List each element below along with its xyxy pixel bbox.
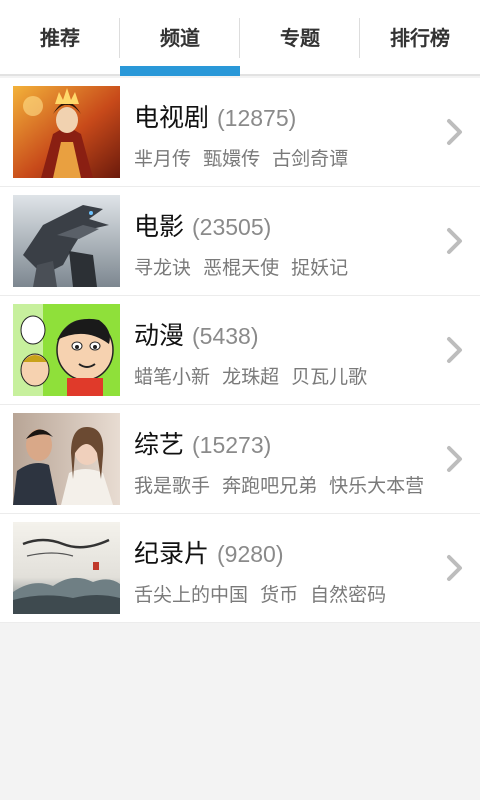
- tab-label: 排行榜: [390, 25, 450, 50]
- featured-show[interactable]: 芈月传: [134, 148, 191, 170]
- channel-info: 电影 (23505) 寻龙诀 恶棍天使 捉妖记: [134, 207, 430, 280]
- tab-label: 专题: [280, 25, 320, 50]
- tab-recommend[interactable]: 推荐: [0, 0, 120, 74]
- channel-featured-shows: 舌尖上的中国 货币 自然密码: [134, 580, 430, 607]
- featured-show[interactable]: 快乐大本营: [329, 475, 424, 497]
- channel-name: 综艺: [134, 430, 185, 459]
- channel-name: 电影: [134, 212, 185, 241]
- anime-thumbnail: [13, 304, 120, 396]
- tab-topics[interactable]: 专题: [240, 0, 360, 74]
- featured-show[interactable]: 奔跑吧兄弟: [222, 475, 317, 497]
- featured-show[interactable]: 捉妖记: [291, 257, 348, 279]
- channel-count: (23505): [192, 214, 272, 240]
- tv-drama-thumbnail: [13, 86, 120, 178]
- channel-featured-shows: 寻龙诀 恶棍天使 捉妖记: [134, 253, 430, 280]
- featured-show[interactable]: 贝瓦儿歌: [291, 366, 367, 388]
- channel-featured-shows: 我是歌手 奔跑吧兄弟 快乐大本营: [134, 471, 430, 498]
- featured-show[interactable]: 货币: [260, 584, 298, 606]
- channel-name: 电视剧: [134, 103, 210, 132]
- channel-row-documentary[interactable]: 纪录片 (9280) 舌尖上的中国 货币 自然密码: [0, 514, 480, 623]
- channel-row-variety[interactable]: 综艺 (15273) 我是歌手 奔跑吧兄弟 快乐大本营: [0, 405, 480, 514]
- featured-show[interactable]: 舌尖上的中国: [134, 584, 248, 606]
- documentary-thumbnail: [13, 522, 120, 614]
- channel-count: (9280): [217, 541, 284, 567]
- tab-channels[interactable]: 频道: [120, 0, 240, 76]
- channel-name: 动漫: [134, 321, 185, 350]
- movie-thumbnail: [13, 195, 120, 287]
- channel-featured-shows: 蜡笔小新 龙珠超 贝瓦儿歌: [134, 362, 430, 389]
- channel-count: (5438): [192, 323, 259, 349]
- channel-name: 纪录片: [134, 539, 210, 568]
- channel-count: (15273): [192, 432, 272, 458]
- channel-row-tv-drama[interactable]: 电视剧 (12875) 芈月传 甄嬛传 古剑奇谭: [0, 78, 480, 187]
- chevron-right-icon: [447, 337, 462, 363]
- featured-show[interactable]: 我是歌手: [134, 475, 210, 497]
- channel-info: 电视剧 (12875) 芈月传 甄嬛传 古剑奇谭: [134, 98, 430, 171]
- featured-show[interactable]: 甄嬛传: [203, 148, 260, 170]
- variety-thumbnail: [13, 413, 120, 505]
- featured-show[interactable]: 蜡笔小新: [134, 366, 210, 388]
- channel-list: 电视剧 (12875) 芈月传 甄嬛传 古剑奇谭 电影 (23505) 寻龙诀 …: [0, 78, 480, 623]
- featured-show[interactable]: 古剑奇谭: [272, 148, 348, 170]
- tab-indicator: [120, 66, 240, 76]
- channel-row-anime[interactable]: 动漫 (5438) 蜡笔小新 龙珠超 贝瓦儿歌: [0, 296, 480, 405]
- channel-count: (12875): [217, 105, 297, 131]
- chevron-right-icon: [447, 228, 462, 254]
- channel-featured-shows: 芈月传 甄嬛传 古剑奇谭: [134, 144, 430, 171]
- chevron-right-icon: [447, 446, 462, 472]
- tab-rankings[interactable]: 排行榜: [360, 0, 480, 74]
- tab-label: 推荐: [40, 25, 80, 50]
- featured-show[interactable]: 龙珠超: [222, 366, 279, 388]
- channel-info: 动漫 (5438) 蜡笔小新 龙珠超 贝瓦儿歌: [134, 316, 430, 389]
- tab-label: 频道: [160, 25, 200, 50]
- chevron-right-icon: [447, 555, 462, 581]
- chevron-right-icon: [447, 119, 462, 145]
- featured-show[interactable]: 寻龙诀: [134, 257, 191, 279]
- channel-info: 纪录片 (9280) 舌尖上的中国 货币 自然密码: [134, 534, 430, 607]
- featured-show[interactable]: 恶棍天使: [203, 257, 279, 279]
- tab-bar: 推荐 频道 专题 排行榜: [0, 0, 480, 76]
- channel-info: 综艺 (15273) 我是歌手 奔跑吧兄弟 快乐大本营: [134, 425, 430, 498]
- featured-show[interactable]: 自然密码: [310, 584, 386, 606]
- channel-row-movie[interactable]: 电影 (23505) 寻龙诀 恶棍天使 捉妖记: [0, 187, 480, 296]
